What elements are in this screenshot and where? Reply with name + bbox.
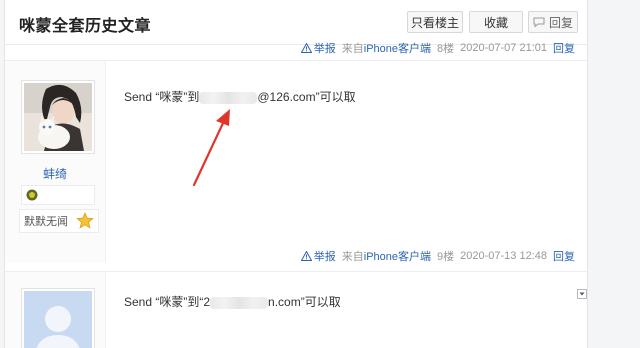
redacted-email-blur bbox=[210, 296, 269, 309]
level-icon bbox=[26, 189, 38, 201]
floor-9-meta: 举报 来自iPhone客户端 9楼 2020-07-13 12:48 回复 bbox=[300, 248, 575, 264]
post-text-end: @126.com”可以取 bbox=[257, 90, 356, 104]
source-prefix: 来自 bbox=[341, 251, 364, 263]
report-link[interactable]: 举报 bbox=[300, 40, 336, 56]
avatar[interactable] bbox=[21, 288, 95, 348]
star-icon bbox=[76, 212, 94, 229]
post-time: 2020-07-13 12:48 bbox=[460, 250, 547, 262]
reply-button[interactable]: 回复 bbox=[528, 11, 578, 33]
post-time: 2020-07-07 21:01 bbox=[460, 42, 547, 54]
annotation-arrow bbox=[192, 109, 230, 187]
author-panel bbox=[5, 272, 106, 348]
source-app-link[interactable]: iPhone客户端 bbox=[364, 43, 431, 55]
default-avatar-icon bbox=[24, 291, 92, 348]
thread-header: 咪蒙全套历史文章 只看楼主 收藏 回复 bbox=[5, 0, 587, 45]
collect-button[interactable]: 收藏 bbox=[469, 11, 523, 33]
thread-panel: 咪蒙全套历史文章 只看楼主 收藏 回复 举报 来自iPhone客户端 8楼 20… bbox=[4, 0, 588, 348]
post-content: Send “咪蒙”到“2 n.com”可以取 bbox=[124, 293, 341, 310]
thread-title: 咪蒙全套历史文章 bbox=[19, 18, 152, 35]
source-info: 来自iPhone客户端 bbox=[342, 248, 431, 264]
avatar[interactable] bbox=[21, 80, 95, 154]
post-text-end: n.com”可以取 bbox=[268, 295, 341, 309]
floor-number: 8楼 bbox=[437, 43, 455, 55]
report-label: 举报 bbox=[313, 43, 336, 55]
post-content: Send “咪蒙”到 @126.com”可以取 bbox=[124, 88, 356, 105]
only-owner-button[interactable]: 只看楼主 bbox=[407, 11, 463, 33]
source-prefix: 来自 bbox=[341, 43, 364, 55]
warning-icon bbox=[300, 43, 312, 53]
member-title-badge: 默默无闻 bbox=[19, 209, 99, 233]
post-text-start: Send “咪蒙”到“2 bbox=[124, 295, 211, 309]
username-link[interactable]: 蚌绮 bbox=[5, 165, 105, 182]
reply-icon bbox=[533, 17, 545, 27]
member-title-text: 默默无闻 bbox=[24, 216, 68, 228]
source-app-link[interactable]: iPhone客户端 bbox=[364, 251, 431, 263]
post-text-start: Send “咪蒙”到 bbox=[124, 90, 200, 104]
floor-number: 9楼 bbox=[437, 251, 455, 263]
author-panel: 蚌绮 默默无闻 bbox=[5, 61, 106, 263]
floor-reply-link[interactable]: 回复 bbox=[553, 40, 575, 56]
collapse-icon bbox=[579, 292, 585, 296]
warning-icon bbox=[300, 251, 312, 261]
avatar-image bbox=[24, 83, 92, 151]
redacted-email-blur bbox=[199, 91, 258, 104]
report-label: 举报 bbox=[313, 251, 336, 263]
level-badge bbox=[21, 185, 95, 205]
collapse-toggle[interactable] bbox=[577, 289, 587, 299]
floor-reply-link[interactable]: 回复 bbox=[553, 248, 575, 264]
report-link[interactable]: 举报 bbox=[300, 248, 336, 264]
source-info: 来自iPhone客户端 bbox=[342, 40, 431, 56]
reply-button-label: 回复 bbox=[548, 15, 573, 30]
floor-8-meta: 举报 来自iPhone客户端 8楼 2020-07-07 21:01 回复 bbox=[300, 40, 575, 56]
page-background bbox=[590, 0, 640, 348]
